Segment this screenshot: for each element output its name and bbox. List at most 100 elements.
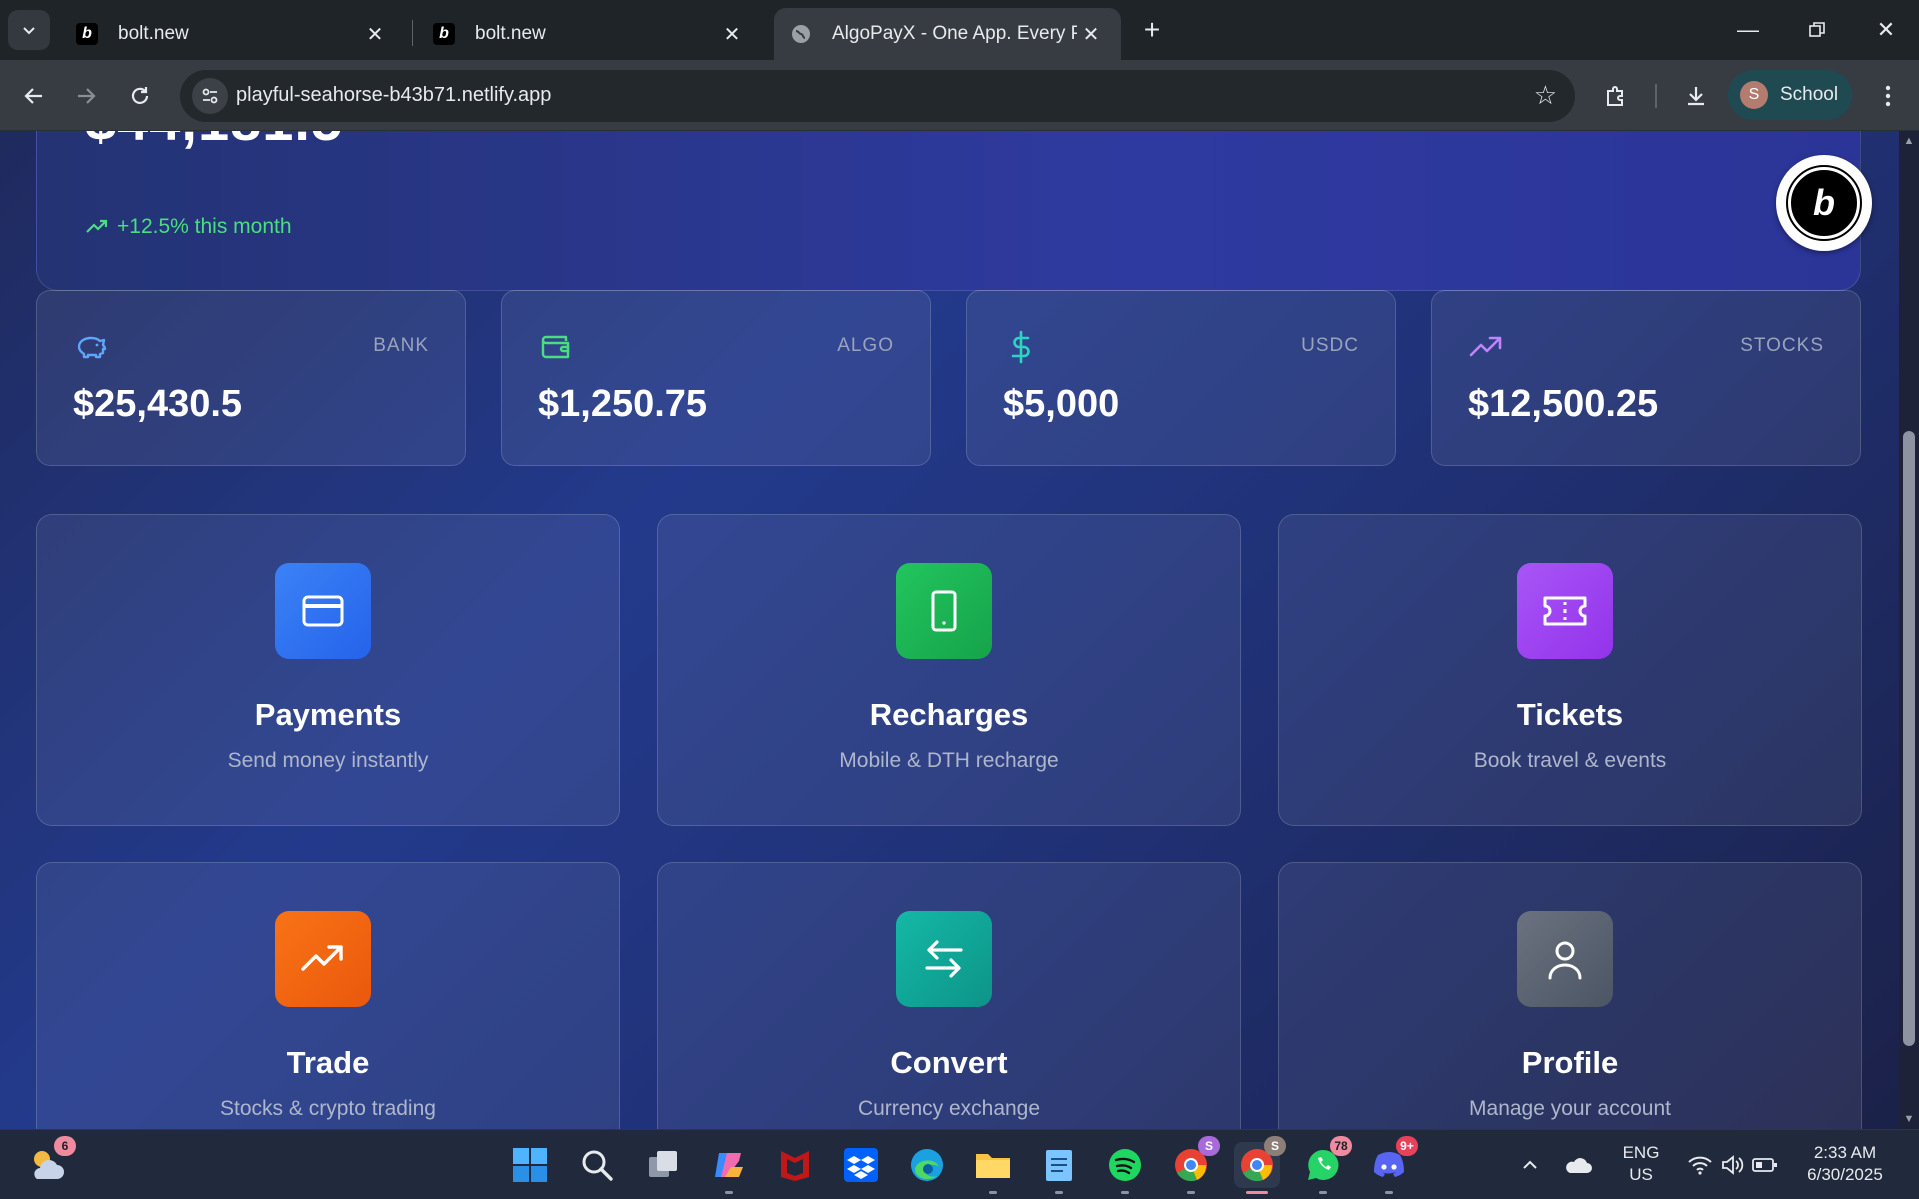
account-card-bank[interactable]: BANK $25,430.5 [36, 290, 466, 466]
chevron-up-icon [1523, 1160, 1537, 1169]
clock[interactable]: 2:33 AM 6/30/2025 [1790, 1142, 1900, 1186]
discord-app[interactable]: 9+ [1366, 1136, 1418, 1194]
back-button[interactable] [14, 76, 54, 116]
weather-widget[interactable]: 6 [24, 1136, 76, 1188]
piggy-bank-icon [77, 336, 107, 359]
chrome-app-profile[interactable]: S [1168, 1136, 1220, 1194]
page-scrollbar[interactable]: ▲ ▼ [1899, 131, 1919, 1129]
battery-icon [1752, 1158, 1777, 1172]
feature-title: Trade [286, 1045, 370, 1080]
bolt-icon: b [1786, 165, 1862, 241]
forward-button[interactable] [66, 76, 106, 116]
minimize-button[interactable]: — [1713, 0, 1783, 60]
dropbox-app[interactable] [838, 1142, 884, 1188]
puzzle-icon [1607, 86, 1623, 106]
tab-bolt-1[interactable]: b bolt.new ✕ [60, 8, 405, 60]
account-label: BANK [373, 335, 429, 356]
toolbar-separator [1655, 84, 1657, 108]
whatsapp-app[interactable]: 78 [1300, 1136, 1352, 1194]
tab-bolt-2[interactable]: b bolt.new ✕ [417, 8, 762, 60]
address-bar[interactable]: playful-seahorse-b43b71.netlify.app ☆ [180, 70, 1575, 122]
account-card-stocks[interactable]: STOCKS $12,500.25 [1431, 290, 1861, 466]
new-tab-button[interactable]: + [1134, 12, 1170, 48]
chrome-app-active[interactable]: S [1234, 1136, 1286, 1194]
feature-subtitle: Manage your account [1469, 1097, 1671, 1120]
close-window-button[interactable]: ✕ [1851, 0, 1919, 60]
browser-toolbar: playful-seahorse-b43b71.netlify.app ☆ S … [0, 60, 1919, 131]
close-icon[interactable]: ✕ [1077, 20, 1105, 48]
trending-up-icon [1469, 336, 1502, 357]
account-balance: $5,000 [1003, 383, 1120, 425]
feature-title: Tickets [1516, 697, 1624, 732]
running-indicator [1385, 1191, 1393, 1194]
onedrive-tray[interactable] [1560, 1142, 1596, 1188]
account-label: ALGO [837, 335, 894, 356]
site-info-icon[interactable] [192, 78, 228, 114]
wifi-tray[interactable] [1683, 1142, 1717, 1188]
tab-algopayx[interactable]: AlgoPayX - One App. Every Pay ✕ [774, 8, 1121, 60]
close-icon[interactable]: ✕ [361, 20, 389, 48]
weather-badge: 6 [54, 1136, 76, 1156]
feature-card-convert[interactable]: Convert Currency exchange [657, 862, 1241, 1129]
bookmark-star-icon[interactable]: ☆ [1534, 82, 1557, 108]
feature-card-recharges[interactable]: Recharges Mobile & DTH recharge [657, 514, 1241, 826]
feature-card-payments[interactable]: Payments Send money instantly [36, 514, 620, 826]
menu-button[interactable] [1868, 76, 1908, 116]
downloads-button[interactable] [1676, 76, 1716, 116]
active-indicator [1246, 1191, 1268, 1194]
feature-card-tickets[interactable]: Tickets Book travel & events [1278, 514, 1862, 826]
mcafee-app[interactable] [772, 1142, 818, 1188]
windows-taskbar: 6 S S 78 9+ ENG US 2:33 AM 6/30/2025 [0, 1129, 1919, 1199]
feature-card-trade[interactable]: Trade Stocks & crypto trading [36, 862, 620, 1129]
mcafee-icon [781, 1151, 809, 1181]
running-indicator [989, 1191, 997, 1194]
windows-icon [513, 1148, 547, 1182]
copilot-app[interactable] [706, 1142, 752, 1194]
feature-title: Profile [1521, 1045, 1619, 1080]
scroll-down-icon[interactable]: ▼ [1903, 1113, 1915, 1125]
language-indicator[interactable]: ENG US [1611, 1142, 1671, 1186]
notepad-app[interactable] [1036, 1142, 1082, 1194]
restore-button[interactable] [1782, 0, 1852, 60]
clock-time: 2:33 AM [1813, 1143, 1877, 1162]
dollar-icon [1011, 330, 1030, 364]
bolt-badge[interactable]: b [1776, 155, 1872, 251]
volume-tray[interactable] [1716, 1142, 1748, 1188]
tab-separator [412, 20, 413, 46]
tab-title: bolt.new [118, 23, 189, 44]
feature-title: Recharges [869, 697, 1029, 732]
growth-indicator: +12.5% this month [85, 215, 292, 239]
spotify-app[interactable] [1102, 1142, 1148, 1194]
tab-title: bolt.new [475, 23, 546, 44]
search-button[interactable] [574, 1142, 620, 1188]
spotify-icon [1109, 1149, 1141, 1181]
file-explorer-app[interactable] [970, 1142, 1016, 1194]
close-icon[interactable]: ✕ [718, 20, 746, 48]
task-view-button[interactable] [640, 1142, 686, 1188]
account-card-algo[interactable]: ALGO $1,250.75 [501, 290, 931, 466]
wifi-icon [1688, 1156, 1712, 1175]
chevron-down-icon [23, 27, 35, 35]
start-button[interactable] [507, 1142, 553, 1188]
globe-icon [790, 23, 812, 45]
user-icon [1517, 911, 1613, 1007]
edge-app[interactable] [904, 1142, 950, 1188]
tab-title: AlgoPayX - One App. Every Pay [832, 23, 1077, 44]
reload-button[interactable] [120, 76, 160, 116]
feature-card-profile[interactable]: Profile Manage your account [1278, 862, 1862, 1129]
show-hidden-icons-button[interactable] [1515, 1142, 1545, 1188]
scroll-up-icon[interactable]: ▲ [1903, 135, 1915, 147]
trending-up-icon [275, 911, 371, 1007]
account-balance: $25,430.5 [73, 383, 243, 425]
trending-up-icon [86, 219, 108, 233]
battery-tray[interactable] [1749, 1142, 1781, 1188]
page-viewport: $44,181.5 +12.5% this month BANK $25,430… [0, 131, 1919, 1129]
account-label: USDC [1301, 335, 1359, 356]
scrollbar-thumb[interactable] [1903, 431, 1915, 1046]
tab-search-button[interactable] [8, 10, 50, 50]
account-card-usdc[interactable]: USDC $5,000 [966, 290, 1396, 466]
url-text[interactable]: playful-seahorse-b43b71.netlify.app [236, 84, 551, 107]
account-balance: $12,500.25 [1468, 383, 1659, 425]
profile-button[interactable]: S School [1728, 70, 1852, 120]
extensions-button[interactable] [1596, 76, 1636, 116]
